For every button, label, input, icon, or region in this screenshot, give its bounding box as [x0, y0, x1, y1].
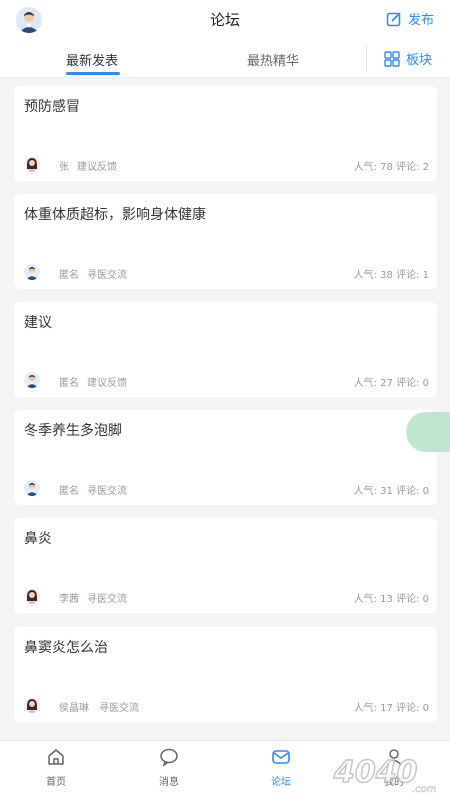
nav-forum-label: 论坛	[271, 777, 291, 788]
post-category: 建议反馈	[77, 162, 117, 173]
post-stats: 人气: 38 评论: 1	[353, 270, 429, 281]
nav-forum[interactable]: 论坛	[251, 747, 311, 788]
nav-messages[interactable]: 消息	[139, 747, 199, 788]
post-category: 建议反馈	[87, 378, 127, 389]
female-avatar-icon	[24, 156, 40, 172]
chat-icon	[160, 748, 178, 767]
nav-home[interactable]: 首页	[26, 747, 86, 788]
post-author: 匿名	[59, 486, 79, 497]
post-meta: 匿名 寻医交流 人气: 38 评论: 1	[24, 264, 429, 282]
tab-latest[interactable]: 最新发表	[66, 50, 118, 69]
post-title: 鼻炎	[24, 531, 52, 547]
blocks-button[interactable]: 板块	[384, 49, 432, 68]
post-title: 体重体质超标，影响身体健康	[24, 207, 206, 223]
home-icon	[48, 749, 64, 765]
tab-bar: 最新发表 最热精华 板块	[0, 38, 450, 78]
post-stats: 人气: 78 评论: 2	[353, 162, 429, 173]
post-card[interactable]: 预防感冒张建议反馈 人气: 78 评论: 2	[14, 86, 437, 181]
post-title: 鼻窦炎怎么治	[24, 640, 108, 656]
post-category: 寻医交流	[99, 703, 139, 714]
post-card[interactable]: 鼻窦炎怎么治侯晶琳 寻医交流 人气: 17 评论: 0	[14, 627, 437, 722]
publish-label: 发布	[407, 13, 434, 28]
svg-text:.com: .com	[412, 784, 437, 795]
post-stats: 人气: 27 评论: 0	[353, 378, 429, 389]
nav-home-label: 首页	[46, 777, 66, 788]
svg-text:4040: 4040	[333, 755, 418, 790]
mail-icon	[272, 750, 290, 764]
post-stats: 人气: 31 评论: 0	[353, 486, 429, 497]
post-card[interactable]: 建议匿名 建议反馈 人气: 27 评论: 0	[14, 302, 437, 397]
post-category: 寻医交流	[87, 594, 127, 605]
post-meta: 匿名 寻医交流 人气: 31 评论: 0	[24, 480, 429, 498]
male-avatar-icon	[24, 264, 40, 280]
male-avatar-icon	[24, 372, 40, 388]
post-title: 冬季养生多泡脚	[24, 423, 122, 439]
post-card[interactable]: 冬季养生多泡脚匿名 寻医交流 人气: 31 评论: 0	[14, 410, 437, 505]
post-author: 侯晶琳	[59, 703, 89, 714]
post-author: 匿名	[59, 270, 79, 281]
post-author: 张	[59, 162, 69, 173]
female-avatar-icon	[24, 588, 40, 604]
tab-divider	[366, 44, 367, 72]
active-tab-indicator	[66, 72, 120, 75]
nav-messages-label: 消息	[159, 777, 179, 788]
post-card[interactable]: 鼻炎李茜 寻医交流 人气: 13 评论: 0	[14, 518, 437, 613]
post-meta: 张建议反馈 人气: 78 评论: 2	[24, 156, 429, 174]
post-category: 寻医交流	[87, 270, 127, 281]
tab-hot[interactable]: 最热精华	[247, 50, 299, 69]
publish-button[interactable]: 发布	[386, 9, 434, 28]
post-author: 李茜	[59, 594, 79, 605]
grid-icon	[384, 50, 400, 67]
post-category: 寻医交流	[87, 486, 127, 497]
post-stats: 人气: 17 评论: 0	[353, 703, 429, 714]
male-avatar-icon	[24, 480, 40, 496]
female-avatar-icon	[24, 697, 40, 713]
post-card[interactable]: 体重体质超标，影响身体健康匿名 寻医交流 人气: 38 评论: 1	[14, 194, 437, 289]
top-bar: 论坛 发布	[0, 0, 450, 38]
post-meta: 匿名 建议反馈 人气: 27 评论: 0	[24, 372, 429, 390]
watermark-logo: 4040 .com	[332, 754, 437, 795]
post-author: 匿名	[59, 378, 79, 389]
post-stats: 人气: 13 评论: 0	[353, 594, 429, 605]
post-meta: 李茜 寻医交流 人气: 13 评论: 0	[24, 588, 429, 606]
post-title: 建议	[24, 315, 52, 331]
page-title: 论坛	[209, 11, 240, 29]
edit-icon	[386, 11, 401, 26]
post-title: 预防感冒	[24, 99, 80, 115]
post-meta: 侯晶琳 寻医交流 人气: 17 评论: 0	[24, 697, 429, 715]
blocks-label: 板块	[406, 53, 433, 68]
floating-button[interactable]	[406, 412, 450, 452]
